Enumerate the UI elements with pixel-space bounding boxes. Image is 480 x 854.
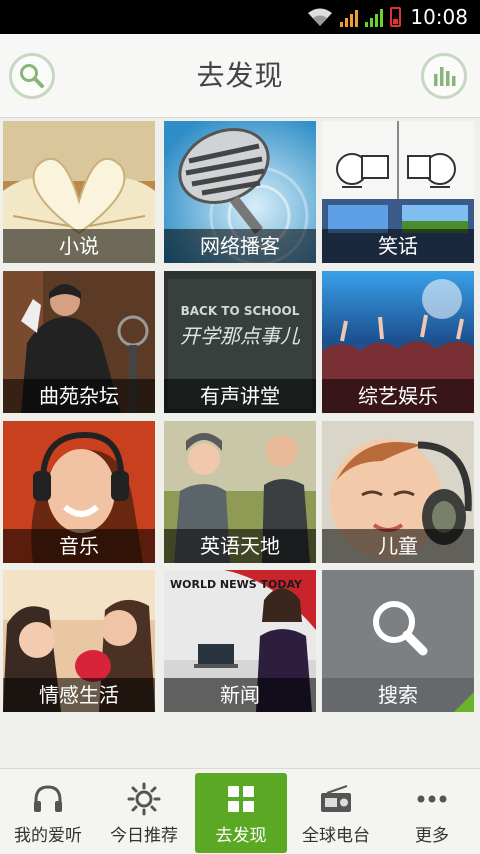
- status-icons: 10:08: [307, 5, 468, 29]
- tile-search[interactable]: 搜索: [322, 570, 474, 712]
- nav-label: 全球电台: [302, 826, 370, 846]
- clock: 10:08: [410, 5, 468, 29]
- tile-label: 网络播客: [164, 229, 316, 263]
- nav-discover[interactable]: 去发现: [195, 773, 287, 853]
- nav-global-radio[interactable]: 全球电台: [290, 773, 382, 853]
- nav-today-picks[interactable]: 今日推荐: [98, 773, 190, 853]
- battery-icon: [390, 7, 402, 27]
- signal-1-icon: [340, 7, 359, 27]
- sun-icon: [127, 782, 161, 816]
- tile-label: 情感生活: [3, 678, 155, 712]
- nav-more[interactable]: 更多: [386, 773, 478, 853]
- page-title: 去发现: [196, 59, 284, 92]
- tile-novel[interactable]: 小说: [3, 121, 155, 263]
- tile-podcast[interactable]: 网络播客: [164, 121, 316, 263]
- now-playing-button[interactable]: [421, 53, 467, 99]
- tile-label: 新闻: [164, 678, 316, 712]
- tile-relationships[interactable]: 情感生活: [3, 570, 155, 712]
- tile-label: 音乐: [3, 529, 155, 563]
- app-screen: 10:08 去发现 小说 网络播客 笑话 曲苑杂坛 BACK TO SCHOOL…: [0, 0, 480, 854]
- equalizer-icon: [434, 67, 456, 86]
- wifi-icon: [308, 8, 333, 26]
- more-dots-icon: [417, 795, 447, 803]
- nav-label: 去发现: [215, 826, 267, 846]
- tile-label: 儿童: [322, 529, 474, 563]
- tile-english[interactable]: 英语天地: [164, 421, 316, 563]
- nav-label: 更多: [415, 826, 449, 846]
- status-bar: 10:08: [0, 0, 480, 34]
- tile-folk-arts[interactable]: 曲苑杂坛: [3, 271, 155, 413]
- tile-news[interactable]: WORLD NEWS TODAY 新闻: [164, 570, 316, 712]
- tile-kids[interactable]: 儿童: [322, 421, 474, 563]
- top-bar: 去发现: [0, 34, 480, 118]
- tile-label: 小说: [3, 229, 155, 263]
- board-text-2: 开学那点事儿: [180, 324, 301, 348]
- bottom-nav: 我的爱听 今日推荐 去发现 全球电台 更多: [0, 768, 480, 854]
- tile-label: 英语天地: [164, 529, 316, 563]
- nav-label: 今日推荐: [110, 826, 178, 846]
- grid-icon: [228, 786, 254, 812]
- board-text-1: BACK TO SCHOOL: [181, 304, 300, 318]
- tile-label: 搜索: [322, 678, 474, 712]
- tile-music[interactable]: 音乐: [3, 421, 155, 563]
- headphones-icon: [34, 785, 62, 812]
- radio-icon: [321, 785, 351, 812]
- tile-label: 笑话: [322, 229, 474, 263]
- tile-label: 曲苑杂坛: [3, 379, 155, 413]
- nav-my-favorites[interactable]: 我的爱听: [2, 773, 94, 853]
- tile-audio-lecture[interactable]: BACK TO SCHOOL 开学那点事儿 有声讲堂: [164, 271, 316, 413]
- nav-label: 我的爱听: [14, 826, 82, 846]
- tile-jokes[interactable]: 笑话: [322, 121, 474, 263]
- tile-label: 综艺娱乐: [322, 379, 474, 413]
- corner-triangle-icon: [454, 692, 474, 712]
- tile-variety-entertainment[interactable]: 综艺娱乐: [322, 271, 474, 413]
- tile-label: 有声讲堂: [164, 379, 316, 413]
- signal-2-icon: [365, 7, 384, 27]
